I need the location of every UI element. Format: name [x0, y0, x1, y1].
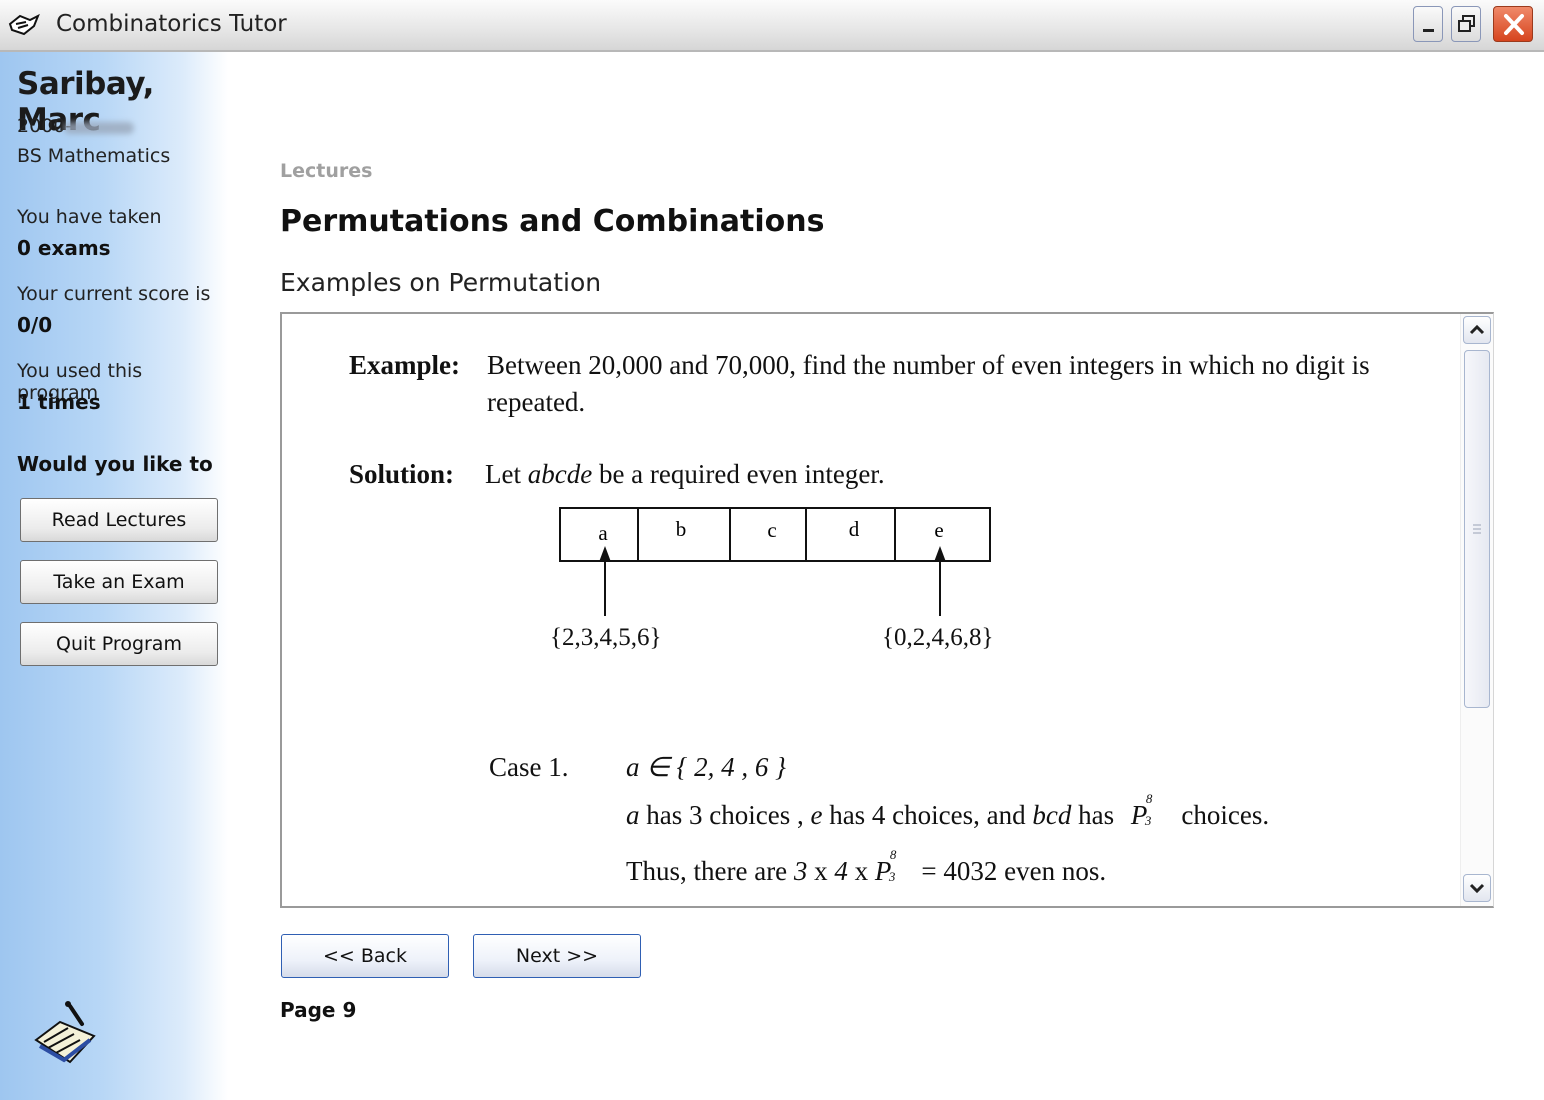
case-condition: a ∈ { 2, 4 , 6 }	[626, 752, 786, 782]
breadcrumb: Lectures	[280, 160, 373, 182]
score-label: Your current score is	[17, 283, 211, 305]
close-icon	[1504, 14, 1524, 35]
vertical-scrollbar[interactable]	[1460, 314, 1493, 906]
example-text-line2: repeated.	[487, 387, 586, 417]
back-button[interactable]: << Back	[281, 934, 449, 978]
restore-button[interactable]	[1451, 6, 1481, 42]
exams-value: 0 exams	[17, 236, 111, 260]
solution-text: Let abcde be a required even integer.	[485, 459, 885, 489]
take-exam-button[interactable]: Take an Exam	[20, 560, 218, 604]
set-e: {0,2,4,6,8}	[882, 624, 994, 651]
chevron-down-icon	[1469, 883, 1485, 894]
cell-d: d	[849, 517, 860, 541]
cell-e: e	[934, 518, 943, 542]
minimize-icon	[1423, 29, 1434, 32]
cell-a: a	[598, 521, 608, 545]
case-label: Case 1.	[489, 752, 569, 782]
next-button[interactable]: Next >>	[473, 934, 641, 978]
permutation-symbol: P83	[874, 847, 897, 886]
section-title: Examples on Permutation	[280, 268, 602, 297]
cell-c: c	[767, 518, 776, 542]
score-value: 0/0	[17, 313, 53, 337]
scroll-down-button[interactable]	[1463, 874, 1491, 902]
window-title: Combinatorics Tutor	[56, 11, 287, 37]
app-logo-icon	[34, 1001, 96, 1064]
choices-line: a has 3 choices , e has 4 choices, and b…	[626, 791, 1270, 830]
page-title: Permutations and Combinations	[280, 204, 825, 239]
app-icon	[8, 13, 40, 36]
example-text-line1: Between 20,000 and 70,000, find the numb…	[487, 350, 1370, 380]
example-label: Example:	[349, 350, 460, 380]
redacted-id-blur	[64, 122, 134, 134]
lecture-page: Example: Between 20,000 and 70,000, find…	[282, 314, 1460, 906]
quit-program-button[interactable]: Quit Program	[20, 622, 218, 666]
scroll-up-button[interactable]	[1463, 316, 1491, 344]
lecture-viewer[interactable]: Example: Between 20,000 and 70,000, find…	[280, 312, 1494, 908]
solution-variable: abcde	[527, 459, 593, 489]
student-course: BS Mathematics	[17, 145, 171, 167]
minimize-button[interactable]	[1413, 6, 1443, 42]
page-number: Page 9	[280, 998, 357, 1022]
permutation-symbol: P83	[1130, 791, 1153, 830]
scroll-thumb[interactable]	[1464, 350, 1490, 708]
solution-label: Solution:	[349, 459, 455, 489]
read-lectures-button[interactable]: Read Lectures	[20, 498, 218, 542]
chevron-up-icon	[1469, 324, 1485, 335]
action-prompt: Would you like to	[17, 452, 213, 476]
usage-value: 1 times	[17, 390, 101, 414]
thus-line: Thus, there are 3 x 4 x P 8 3 = 4032 even n…	[626, 847, 1107, 886]
grip-icon	[1473, 524, 1481, 534]
title-bar: Combinatorics Tutor	[0, 0, 1544, 52]
cell-b: b	[676, 517, 687, 541]
exams-label: You have taken	[17, 206, 162, 228]
set-a: {2,3,4,5,6}	[550, 624, 662, 651]
sidebar: Saribay, Marc 2000- BS Mathematics You h…	[0, 52, 228, 1100]
restore-icon	[1458, 15, 1475, 32]
close-button[interactable]	[1493, 6, 1533, 42]
